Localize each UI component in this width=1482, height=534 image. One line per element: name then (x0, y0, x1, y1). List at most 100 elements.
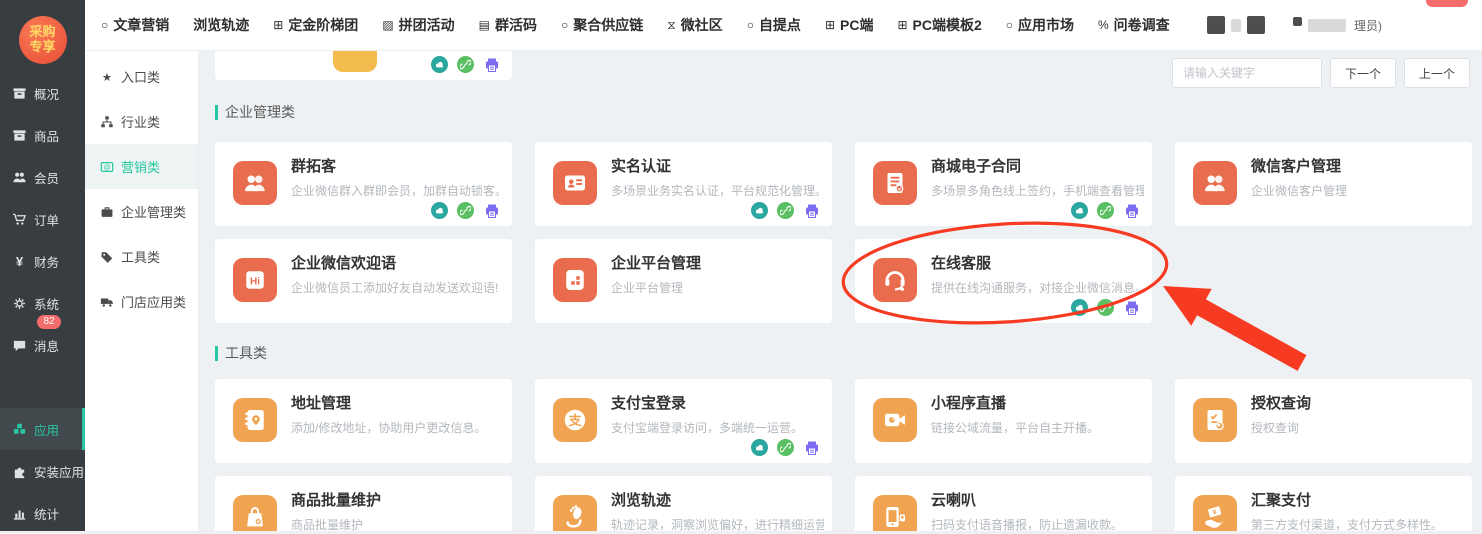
section-header: 企业管理类 (215, 102, 1472, 122)
sidebar-spacer (0, 366, 85, 408)
app-card[interactable]: Hi 企业微信欢迎语 企业微信员工添加好友自动发送欢迎语! (215, 239, 512, 323)
category-item-enterprise[interactable]: 企业管理类 (85, 189, 198, 234)
app-card-title: 企业微信欢迎语 (291, 252, 396, 273)
sidebar-item-install-apps[interactable]: 安装应用 (0, 450, 85, 492)
sidebar-item-orders[interactable]: 订单 (0, 198, 85, 240)
app-card-desc: 企业微信群入群即会员，加群自动锁客。 (291, 182, 504, 199)
sidebar-item-members[interactable]: 会员 (0, 156, 85, 198)
link-badge-icon[interactable] (777, 202, 794, 219)
app-card-desc: 企业微信员工添加好友自动发送欢迎语! (291, 279, 504, 296)
link-badge-icon[interactable] (1097, 299, 1114, 316)
partial-app-card[interactable] (215, 50, 512, 80)
footprint-icon (560, 502, 590, 531)
app-card[interactable]: ¥ 汇聚支付 第三方支付渠道，支付方式多样性。 (1175, 476, 1472, 531)
app-card[interactable]: 微信客户管理 企业微信客户管理 (1175, 142, 1472, 226)
nav-pc-client[interactable]: ⊞ PC端 (825, 15, 874, 35)
category-item-entry[interactable]: ★ 入口类 (85, 54, 198, 99)
keyword-search-input[interactable] (1172, 58, 1322, 88)
group-icon (1193, 161, 1237, 205)
bag-icon (233, 495, 277, 531)
cloud-badge-icon[interactable] (431, 202, 448, 219)
footprint-icon (553, 495, 597, 531)
app-card-desc: 多场景多角色线上签约，手机端查看管理。 (931, 182, 1144, 199)
nav-browse-tracks[interactable]: 浏览轨迹 (193, 15, 249, 35)
sidebar-menu: 概况 商品 会员 订单 ¥ 财务 系统 消息 82 应用 安装应用 (0, 72, 85, 534)
app-card[interactable]: 授权查询 授权查询 (1175, 379, 1472, 463)
link-badge-icon[interactable] (457, 202, 474, 219)
user-blurred-block (1308, 19, 1346, 32)
app-card[interactable]: 在线客服 提供在线沟通服务，对接企业微信消息。 (855, 239, 1152, 323)
sidebar-item-apps[interactable]: 应用 (0, 408, 85, 450)
nav-group-activity[interactable]: ▨ 拼团活动 (382, 15, 454, 35)
main-content: 下一个 上一个 企业管理类 群拓客 企业微信群入群即会员，加群自动锁客。 (199, 50, 1482, 531)
image-icon: ▨ (382, 19, 393, 31)
printer-badge-icon[interactable] (803, 202, 820, 219)
nav-deposit-ladder-group[interactable]: ⊞ 定金阶梯团 (273, 15, 358, 35)
cloud-badge-icon[interactable] (1071, 202, 1088, 219)
addressbook-icon (233, 398, 277, 442)
app-card-title: 企业平台管理 (611, 252, 701, 273)
printer-badge-icon[interactable] (1123, 299, 1140, 316)
user-info-area[interactable]: 理员) (1207, 0, 1382, 50)
app-card-desc: 添加/修改地址，协助用户更改信息。 (291, 419, 504, 436)
sidebar-item-stats[interactable]: 统计 (0, 492, 85, 534)
app-card-title: 地址管理 (291, 392, 351, 413)
link-badge-icon[interactable] (1097, 202, 1114, 219)
app-card[interactable]: 云喇叭 扫码支付语音播报，防止遗漏收款。 (855, 476, 1152, 531)
nav-supply-chain[interactable]: ○ 聚合供应链 (561, 15, 643, 35)
pay-icon: ¥ (1193, 495, 1237, 531)
cloud-badge-icon[interactable] (1071, 299, 1088, 316)
category-item-marketing[interactable]: @ 营销类 (85, 144, 198, 189)
nav-pickup-point[interactable]: ○ 自提点 (747, 15, 801, 35)
sidebar-item-overview[interactable]: 概况 (0, 72, 85, 114)
platform-badges (751, 202, 820, 219)
tag-icon (100, 250, 114, 264)
app-card-title: 授权查询 (1251, 392, 1311, 413)
category-item-industry[interactable]: 行业类 (85, 99, 198, 144)
app-card[interactable]: 支 支付宝登录 支付宝端登录访问，多端统一运营。 (535, 379, 832, 463)
category-item-store-apps[interactable]: 门店应用类 (85, 279, 198, 324)
app-card[interactable]: 浏览轨迹 轨迹记录，洞察浏览偏好，进行精细运营。 (535, 476, 832, 531)
group-icon (1200, 168, 1230, 198)
nav-article-marketing[interactable]: ○ 文章营销 (101, 15, 169, 35)
nav-app-market[interactable]: ○ 应用市场 (1006, 15, 1074, 35)
printer-badge-icon[interactable] (1123, 202, 1140, 219)
nav-micro-community[interactable]: ⧖ 微社区 (667, 15, 722, 35)
category-item-tools[interactable]: 工具类 (85, 234, 198, 279)
app-card[interactable]: 小程序直播 链接公域流量，平台自主开播。 (855, 379, 1152, 463)
link-badge-icon[interactable] (777, 439, 794, 456)
printer-badge-icon[interactable] (803, 439, 820, 456)
app-card[interactable]: 地址管理 添加/修改地址，协助用户更改信息。 (215, 379, 512, 463)
app-card[interactable]: 商城电子合同 多场景多角色线上签约，手机端查看管理。 (855, 142, 1152, 226)
printer-badge-icon[interactable] (483, 56, 500, 73)
sidebar-item-finance[interactable]: ¥ 财务 (0, 240, 85, 282)
platform-icon (560, 265, 590, 295)
sidebar-item-messages[interactable]: 消息 82 (0, 324, 85, 366)
sidebar-item-goods[interactable]: 商品 (0, 114, 85, 156)
phone-icon (873, 495, 917, 531)
cloud-badge-icon[interactable] (751, 202, 768, 219)
nav-pc-template2[interactable]: ⊞ PC端模板2 (897, 15, 981, 35)
section-accent-bar (215, 346, 218, 361)
app-card[interactable]: 群拓客 企业微信群入群即会员，加群自动锁客。 (215, 142, 512, 226)
plus-icon: ⊞ (825, 19, 835, 31)
app-card[interactable]: 企业平台管理 企业平台管理 (535, 239, 832, 323)
top-nav-bar: ○ 文章营销 浏览轨迹 ⊞ 定金阶梯团 ▨ 拼团活动 ▤ 群活码 ○ 聚合供应链… (85, 0, 1482, 51)
next-button[interactable]: 下一个 (1330, 58, 1396, 88)
cloud-badge-icon[interactable] (751, 439, 768, 456)
app-card-desc: 链接公域流量，平台自主开播。 (931, 419, 1144, 436)
printer-badge-icon[interactable] (483, 202, 500, 219)
prev-button[interactable]: 上一个 (1404, 58, 1470, 88)
bag-icon (240, 502, 270, 531)
nav-group-livecode[interactable]: ▤ 群活码 (479, 15, 537, 35)
app-card[interactable]: 实名认证 多场景业务实名认证，平台规范化管理。 (535, 142, 832, 226)
cloud-badge-icon[interactable] (431, 56, 448, 73)
docsearch-icon (1193, 398, 1237, 442)
nav-survey[interactable]: % 问卷调查 (1098, 15, 1170, 35)
alipay-icon: 支 (553, 398, 597, 442)
yen-icon: ¥ (12, 254, 27, 269)
link-badge-icon[interactable] (457, 56, 474, 73)
app-card[interactable]: 商品批量维护 商品批量维护 (215, 476, 512, 531)
category-sidebar: ★ 入口类 行业类 @ 营销类 企业管理类 工具类 门店应用类 (85, 50, 199, 531)
app-card-title: 微信客户管理 (1251, 155, 1341, 176)
